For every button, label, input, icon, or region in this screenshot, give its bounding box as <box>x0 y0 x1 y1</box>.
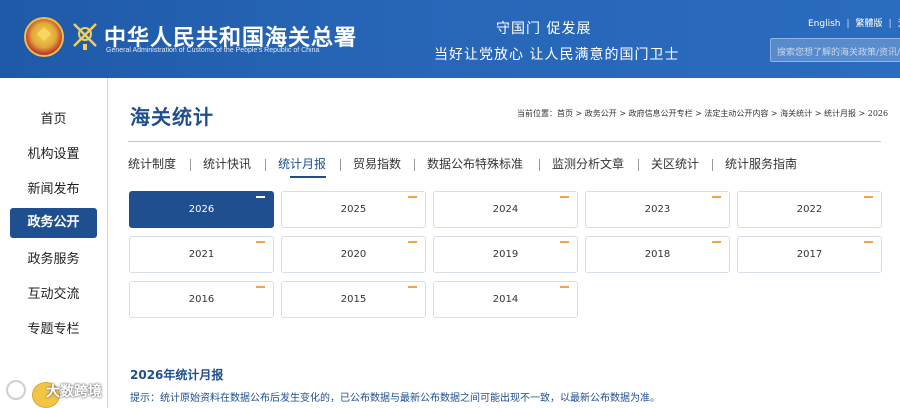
year-card-2017[interactable]: 2017 <box>737 236 882 273</box>
year-card-2022[interactable]: 2022 <box>737 191 882 228</box>
tab-statistics-service-guide[interactable]: 统计服务指南 <box>725 154 797 178</box>
year-card-2024[interactable]: 2024 <box>433 191 578 228</box>
year-card-2025[interactable]: 2025 <box>281 191 426 228</box>
card-corner-mark <box>256 241 265 243</box>
sidebar-item-government-affairs[interactable]: 政务公开 <box>10 208 97 238</box>
card-corner-mark <box>408 286 417 288</box>
language-english-link[interactable]: English <box>808 19 841 29</box>
sidebar-item-topics[interactable]: 专题专栏 <box>10 315 97 345</box>
tab-separator <box>638 159 639 171</box>
tab-statistics-monthly[interactable]: 统计月报 <box>278 154 338 178</box>
year-card-2018[interactable]: 2018 <box>585 236 730 273</box>
sidebar-item-news[interactable]: 新闻发布 <box>10 175 97 205</box>
year-card-2020[interactable]: 2020 <box>281 236 426 273</box>
title-divider <box>128 141 881 142</box>
card-corner-mark <box>256 196 265 198</box>
tab-separator <box>265 159 266 171</box>
data-notice: 提示：统计原始资料在数据公布后发生变化的，已公布数据与最新公布数据之间可能出现不… <box>130 393 660 404</box>
tab-separator <box>539 159 540 171</box>
tab-separator <box>712 159 713 171</box>
card-corner-mark <box>560 286 569 288</box>
year-label: 2023 <box>644 204 671 215</box>
card-corner-mark <box>864 241 873 243</box>
year-label: 2014 <box>492 294 519 305</box>
card-corner-mark <box>864 196 873 198</box>
tab-separator <box>340 159 341 171</box>
sidebar-nav: 首页 机构设置 新闻发布 政务公开 政务服务 互动交流 专题专栏 <box>0 78 108 408</box>
tab-separator <box>190 159 191 171</box>
tab-statistics-system[interactable]: 统计制度 <box>128 154 176 178</box>
year-label: 2020 <box>340 249 367 260</box>
year-label: 2019 <box>492 249 519 260</box>
breadcrumb: 当前位置：首页 > 政务公开 > 政府信息公开专栏 > 法定主动公开内容 > 海… <box>517 109 889 118</box>
tab-district-statistics[interactable]: 关区统计 <box>651 154 699 178</box>
sidebar-item-services[interactable]: 政务服务 <box>10 245 97 275</box>
search-input[interactable]: 搜索您想了解的海关政策/资讯/服务 <box>770 38 900 62</box>
tab-separator <box>414 159 415 171</box>
year-label: 2017 <box>796 249 823 260</box>
sidebar-item-organization[interactable]: 机构设置 <box>10 140 97 170</box>
watermark-text: 大数跨境 <box>46 384 102 400</box>
year-label: 2021 <box>188 249 215 260</box>
year-label: 2024 <box>492 204 519 215</box>
card-corner-mark <box>408 196 417 198</box>
year-label: 2025 <box>340 204 367 215</box>
year-card-2021[interactable]: 2021 <box>129 236 274 273</box>
watermark-logo-icon <box>6 380 26 400</box>
sidebar-item-interaction[interactable]: 互动交流 <box>10 280 97 310</box>
card-corner-mark <box>408 241 417 243</box>
year-label: 2018 <box>644 249 671 260</box>
language-separator: | <box>888 19 892 29</box>
tab-monitoring-analysis[interactable]: 监测分析文章 <box>552 154 624 178</box>
card-corner-mark <box>712 196 721 198</box>
site-title-english: General Administration of Customs of the… <box>106 47 320 54</box>
year-label: 2026 <box>188 204 215 215</box>
tab-trade-index[interactable]: 贸易指数 <box>353 154 401 178</box>
sidebar-item-home[interactable]: 首页 <box>10 105 97 135</box>
motto-line-1: 守国门 促发展 <box>496 21 592 37</box>
language-switcher: English|繁體版|无 <box>808 16 900 29</box>
card-corner-mark <box>256 286 265 288</box>
tab-statistics-flash[interactable]: 统计快讯 <box>203 154 251 178</box>
card-corner-mark <box>560 196 569 198</box>
year-label: 2022 <box>796 204 823 215</box>
year-card-2016[interactable]: 2016 <box>129 281 274 318</box>
year-card-2023[interactable]: 2023 <box>585 191 730 228</box>
national-emblem-icon <box>24 17 64 57</box>
tab-data-dissemination-standard[interactable]: 数据公布特殊标准 <box>427 154 523 178</box>
year-card-2014[interactable]: 2014 <box>433 281 578 318</box>
year-card-2015[interactable]: 2015 <box>281 281 426 318</box>
card-corner-mark <box>712 241 721 243</box>
year-card-2026[interactable]: 2026 <box>129 191 274 228</box>
year-label: 2016 <box>188 294 215 305</box>
year-card-2019[interactable]: 2019 <box>433 236 578 273</box>
language-traditional-link[interactable]: 繁體版 <box>856 16 883 29</box>
customs-emblem-icon <box>73 23 97 50</box>
language-separator: | <box>846 19 850 29</box>
card-corner-mark <box>560 241 569 243</box>
section-title: 2026年统计月报 <box>130 368 224 382</box>
year-label: 2015 <box>340 294 367 305</box>
page-title: 海关统计 <box>130 105 214 129</box>
motto-line-2: 当好让党放心 让人民满意的国门卫士 <box>434 47 680 63</box>
site-header: 中华人民共和国海关总署 General Administration of Cu… <box>0 0 900 78</box>
